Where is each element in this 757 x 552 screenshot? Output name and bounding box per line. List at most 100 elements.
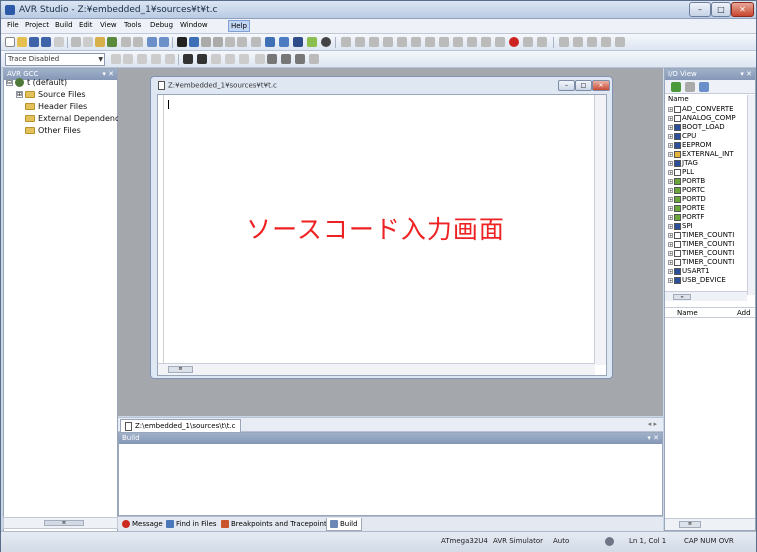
io-register-row[interactable]: + TIMER_COUNTI [668,240,734,249]
tab-navigation-arrows[interactable]: ◂ ▸ [648,420,657,428]
io-view-header[interactable]: I/O View ▾ ✕ [665,69,755,80]
tab-breakpoints[interactable]: Breakpoints and Tracepoints [221,518,330,531]
editor-close-button[interactable]: ✕ [592,80,610,91]
expand-icon[interactable]: + [668,277,673,283]
tree-item-header-files[interactable]: Header Files [25,101,87,113]
print-icon[interactable] [54,37,64,47]
expand-icon[interactable]: + [668,205,673,211]
find-icon[interactable] [177,37,187,47]
expand-icon[interactable]: + [668,214,673,220]
watch-icon[interactable] [439,37,449,47]
menu-window[interactable]: Window [178,21,210,29]
expand-icon[interactable]: + [668,232,673,238]
bookmark-next-icon[interactable] [213,37,223,47]
outdent-icon[interactable] [237,37,247,47]
memory-view-icon[interactable] [495,37,505,47]
editor-title[interactable]: Z:¥embedded_1¥sources¥t¥t.c [158,81,277,90]
io-register-row[interactable]: + BOOT_LOAD [668,123,725,132]
open-folder-icon[interactable] [17,37,27,47]
code-editor[interactable]: ソースコード入力画面 ≡ [157,94,607,376]
io-register-row[interactable]: + PORTB [668,177,705,186]
panel-controls[interactable]: ▾ ✕ [647,433,659,444]
scroll-thumb[interactable]: ≡ [679,521,701,528]
breakpoint-clear-icon[interactable] [523,37,533,47]
io-view-icon[interactable] [481,37,491,47]
panel-controls[interactable]: ▾ ✕ [102,69,114,80]
stop-icon[interactable] [355,37,365,47]
io-vertical-scrollbar[interactable] [747,95,755,295]
expand-icon[interactable]: + [668,133,673,139]
program-icon[interactable] [321,37,331,47]
tab-build[interactable]: Build [326,518,362,531]
editor-minimize-button[interactable]: – [558,80,575,91]
reset-icon[interactable] [425,37,435,47]
view-options-icon[interactable] [685,82,695,92]
expand-icon[interactable]: + [668,268,673,274]
expand-icon[interactable]: + [668,223,673,229]
io-register-row[interactable]: + EXTERNAL_INT [668,150,734,159]
clipboard-icon[interactable] [107,37,117,47]
scroll-thumb[interactable]: ≡ [44,520,84,526]
step-out-icon[interactable] [397,37,407,47]
io-register-row[interactable]: + ANALOG_COMP [668,114,736,123]
cut-icon[interactable] [71,37,81,47]
paste-icon[interactable] [95,37,105,47]
copy-icon[interactable] [83,37,93,47]
redo-icon[interactable] [133,37,143,47]
compile-icon[interactable] [279,37,289,47]
editor-horizontal-scrollbar[interactable]: ≡ [158,363,595,375]
io-register-row[interactable]: + CPU [668,132,696,141]
expand-icon[interactable]: + [668,115,673,121]
io-register-row[interactable]: + USB_DEVICE [668,276,726,285]
left-panel-horizontal-scrollbar[interactable]: ≡ [3,517,118,529]
run-icon[interactable] [341,37,351,47]
minimize-button[interactable]: – [689,2,711,17]
breakpoint-toggle-icon[interactable] [509,37,519,47]
gear-icon[interactable] [309,54,319,64]
io-register-row[interactable]: + SPI [668,222,693,231]
indent-icon[interactable] [225,37,235,47]
tree-item-other-files[interactable]: Other Files [25,125,81,137]
io-register-row[interactable]: + USART1 [668,267,710,276]
memory-icon[interactable] [307,37,317,47]
scroll-thumb[interactable]: ≡ [673,294,691,300]
expand-icon[interactable]: + [668,142,673,148]
io-detail-scrollbar[interactable]: ≡ [665,518,755,530]
comment-icon[interactable] [251,37,261,47]
io-register-row[interactable]: + AD_CONVERTE [668,105,734,114]
tree-item-source-files[interactable]: ⊞ Source Files [16,89,86,101]
menu-tools[interactable]: Tools [122,21,143,29]
menu-build[interactable]: Build [53,21,75,29]
expand-icon[interactable]: ⊞ [16,91,23,98]
menu-edit[interactable]: Edit [77,21,95,29]
disassembly-icon[interactable] [467,37,477,47]
rebuild-icon[interactable] [293,37,303,47]
bookmark-icon[interactable] [201,37,211,47]
io-register-row[interactable]: + JTAG [668,159,698,168]
build-icon[interactable] [265,37,275,47]
trace-option-2-icon[interactable] [123,54,133,64]
disconnect-icon[interactable] [225,54,235,64]
window-list-icon[interactable] [159,37,169,47]
tab-message[interactable]: Message [122,518,163,531]
menu-debug[interactable]: Debug [148,21,175,29]
step-into-icon[interactable] [369,37,379,47]
filter-icon[interactable] [671,82,681,92]
io-register-row[interactable]: + EEPROM [668,141,711,150]
collapse-icon[interactable]: ⊟ [6,79,13,86]
settings-icon[interactable] [239,54,249,64]
maximize-button[interactable]: □ [711,2,731,17]
tree-item-project[interactable]: ⊟ t (default) [6,77,67,89]
io-register-row[interactable]: + TIMER_COUNTI [668,231,734,240]
trace-option-icon[interactable] [111,54,121,64]
expand-icon[interactable]: + [668,169,673,175]
grid-view-icon[interactable] [699,82,709,92]
scroll-thumb[interactable]: ≡ [168,366,193,373]
layout-4-icon[interactable] [601,37,611,47]
editor-vertical-scrollbar[interactable] [594,95,606,365]
step-over-icon[interactable] [383,37,393,47]
expand-icon[interactable]: + [668,250,673,256]
expand-icon[interactable]: + [668,106,673,112]
expand-icon[interactable]: + [668,160,673,166]
expand-icon[interactable]: + [668,151,673,157]
